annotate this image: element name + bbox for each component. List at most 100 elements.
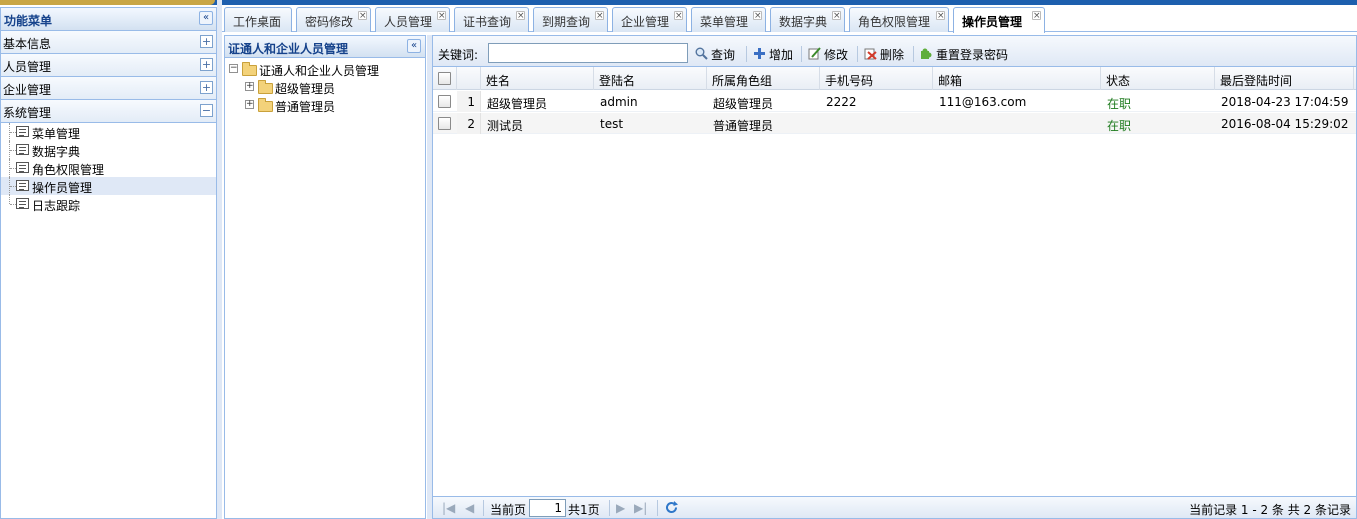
add-button-label: 增加 [769, 48, 794, 62]
banner-accent [0, 0, 215, 5]
tab-enterprise[interactable]: 企业管理 × [612, 7, 687, 32]
select-all-checkbox[interactable] [438, 72, 451, 85]
table-row[interactable]: 2 测试员 test 普通管理员 在职 2016-08-04 15:29:02 [433, 113, 1356, 134]
expand-icon[interactable]: + [245, 100, 254, 109]
tab-personnel[interactable]: 人员管理 × [375, 7, 450, 32]
column-header-login[interactable]: 登陆名 [594, 67, 707, 90]
tab-label: 到期查询 [542, 15, 591, 29]
function-menu-panel: 功能菜单 « 基本信息 + 人员管理 + 企业管理 + 系统管理 − 菜单管理 … [0, 7, 217, 519]
sidebar-item-dictionary[interactable]: 数据字典 [1, 141, 216, 159]
edit-icon [808, 47, 821, 60]
cell-login: test [600, 117, 624, 131]
org-tree-panel: 证通人和企业人员管理 « − 证通人和企业人员管理 + 超级管理员 + 普通管理… [224, 35, 426, 519]
sidebar-item-log-tracking[interactable]: 日志跟踪 [1, 195, 216, 213]
org-tree-title: 证通人和企业人员管理 [228, 42, 349, 56]
expand-icon[interactable]: + [200, 35, 213, 48]
pager-divider [483, 500, 484, 516]
row-checkbox[interactable] [438, 117, 451, 130]
tree-node-normal-admin[interactable]: + 普通管理员 [243, 96, 423, 114]
tab-label: 工作桌面 [233, 15, 282, 29]
delete-button[interactable]: 删除 [864, 46, 908, 62]
table-row[interactable]: 1 超级管理员 admin 超级管理员 2222 111@163.com 在职 … [433, 91, 1356, 112]
column-header-label: 登陆名 [599, 74, 636, 88]
refresh-icon[interactable] [664, 500, 679, 515]
column-header-label: 姓名 [486, 74, 511, 88]
grid-toolbar: 关键词: 查询 增加 修改 删除 重置登录密码 [433, 36, 1356, 67]
edit-button[interactable]: 修改 [808, 46, 852, 62]
tab-expiry-query[interactable]: 到期查询 × [533, 7, 608, 32]
tab-password-change[interactable]: 密码修改 × [296, 7, 371, 32]
accordion-enterprise[interactable]: 企业管理 + [1, 77, 216, 100]
search-button-label: 查询 [711, 48, 736, 62]
sidebar-item-menu[interactable]: 菜单管理 [1, 123, 216, 141]
collapse-icon[interactable]: − [200, 104, 213, 117]
toolbar-divider [746, 46, 747, 62]
sidebar-item-operators[interactable]: 操作员管理 [1, 177, 216, 195]
accordion-system[interactable]: 系统管理 − [1, 100, 216, 123]
tab-menu[interactable]: 菜单管理 × [691, 7, 766, 32]
search-icon [695, 47, 708, 60]
collapse-icon[interactable]: − [229, 64, 238, 73]
accordion-basic-info[interactable]: 基本信息 + [1, 31, 216, 54]
folder-icon [258, 80, 273, 94]
row-checkbox[interactable] [438, 95, 451, 108]
column-header-label: 状态 [1106, 74, 1131, 88]
sidebar-item-label: 日志跟踪 [32, 199, 81, 213]
column-header-phone[interactable]: 手机号码 [820, 67, 933, 90]
collapse-tree-button[interactable]: « [407, 39, 421, 53]
tab-role-permissions[interactable]: 角色权限管理 × [849, 7, 949, 32]
tree-node-label: 超级管理员 [275, 82, 336, 96]
tab-dictionary[interactable]: 数据字典 × [770, 7, 845, 32]
page-number-input[interactable] [529, 499, 566, 517]
pagination-bar: |◀ ◀ 当前页 共1页 ▶ ▶| 当前记录 1 - 2 条 共 2 条记录 [433, 496, 1356, 518]
reset-password-button[interactable]: 重置登录密码 [920, 46, 1012, 62]
last-page-icon[interactable]: ▶| [634, 501, 647, 515]
tab-workspace[interactable]: 工作桌面 [224, 7, 292, 32]
prev-page-icon[interactable]: ◀ [465, 501, 474, 515]
close-icon[interactable]: × [595, 11, 604, 21]
tree-node-super-admin[interactable]: + 超级管理员 [243, 78, 423, 96]
close-icon[interactable]: × [516, 11, 525, 21]
sidebar-splitter[interactable] [217, 0, 222, 519]
expand-icon[interactable]: + [200, 81, 213, 94]
cell-role: 普通管理员 [713, 119, 774, 133]
function-menu-header: 功能菜单 « [1, 8, 216, 31]
close-icon[interactable]: × [753, 11, 762, 21]
close-icon[interactable]: × [832, 11, 841, 21]
search-button[interactable]: 查询 [695, 46, 739, 62]
close-icon[interactable]: × [1032, 11, 1041, 21]
operator-grid-panel: 关键词: 查询 增加 修改 删除 重置登录密码 姓名 登陆名 所属角色组 手机号… [432, 35, 1357, 519]
tab-label: 企业管理 [621, 15, 670, 29]
expand-icon[interactable]: + [200, 58, 213, 71]
close-icon[interactable]: × [936, 11, 945, 21]
collapse-sidebar-button[interactable]: « [199, 11, 213, 25]
delete-button-label: 删除 [880, 48, 905, 62]
row-number-header [457, 67, 481, 90]
cell-role: 超级管理员 [713, 97, 774, 111]
org-tree-header: 证通人和企业人员管理 « [225, 36, 425, 58]
tab-certificate-query[interactable]: 证书查询 × [454, 7, 529, 32]
tree-node-root[interactable]: − 证通人和企业人员管理 [227, 60, 423, 78]
tab-operators[interactable]: 操作员管理 × [953, 7, 1045, 33]
column-header-email[interactable]: 邮箱 [933, 67, 1101, 90]
cell-status: 在职 [1107, 97, 1132, 111]
next-page-icon[interactable]: ▶ [616, 501, 625, 515]
sidebar-item-role-permissions[interactable]: 角色权限管理 [1, 159, 216, 177]
column-header-last-login[interactable]: 最后登陆时间 [1215, 67, 1354, 90]
toolbar-divider [801, 46, 802, 62]
cell-status: 在职 [1107, 119, 1132, 133]
add-button[interactable]: 增加 [753, 46, 797, 62]
expand-icon[interactable]: + [245, 82, 254, 91]
first-page-icon[interactable]: |◀ [442, 501, 455, 515]
accordion-personnel[interactable]: 人员管理 + [1, 54, 216, 77]
close-icon[interactable]: × [437, 11, 446, 21]
close-icon[interactable]: × [358, 11, 367, 21]
column-header-status[interactable]: 状态 [1101, 67, 1215, 90]
document-icon [16, 126, 29, 137]
close-icon[interactable]: × [674, 11, 683, 21]
column-header-name[interactable]: 姓名 [481, 67, 594, 90]
accordion-label: 系统管理 [3, 106, 52, 120]
column-header-role[interactable]: 所属角色组 [707, 67, 820, 90]
keyword-input[interactable] [488, 43, 688, 63]
cell-last-login: 2016-08-04 15:29:02 [1221, 117, 1349, 131]
